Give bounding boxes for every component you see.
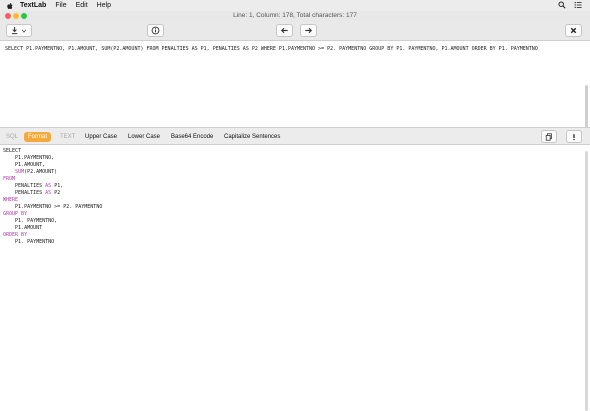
output-line: P1.AMOUNT [3, 225, 43, 231]
spotlight-search-icon[interactable] [558, 1, 566, 9]
input-text[interactable]: SELECT P1.PAYMENTNO, P1.AMOUNT, SUM(P2.A… [5, 46, 581, 52]
copy-button[interactable] [541, 130, 557, 143]
notification-center-icon[interactable] [574, 1, 582, 9]
apple-logo-icon[interactable] [6, 2, 14, 10]
mode-capitalize-sentences[interactable]: Capitalize Sentences [224, 132, 280, 142]
output-line: P1.PAYMENTNO >= P2. PAYMENTNO [3, 204, 103, 210]
mode-bar: SQL Format TEXT Upper Case Lower Case Ba… [0, 127, 590, 145]
menu-bar: TextLab File Edit Help [0, 0, 590, 11]
copy-icon [545, 132, 552, 141]
exclamation-icon [573, 133, 575, 140]
mode-base64-encode[interactable]: Base64 Encode [171, 132, 213, 142]
menu-edit[interactable]: Edit [76, 2, 88, 9]
mode-format[interactable]: Format [24, 132, 52, 142]
input-editor[interactable]: SELECT P1.PAYMENTNO, P1.AMOUNT, SUM(P2.A… [0, 41, 590, 135]
info-icon [151, 26, 160, 35]
output-editor[interactable]: SELECT P1.PAYMENTNO, P1.AMOUNT, SUM(P2.A… [0, 145, 590, 411]
mode-upper-case[interactable]: Upper Case [85, 132, 117, 142]
toolbar [0, 21, 590, 41]
output-scrollbar[interactable] [585, 151, 588, 411]
output-line: SUM(P2.AMOUNT) [15, 169, 58, 175]
mode-text[interactable]: TEXT [60, 132, 75, 142]
output-line: WHERE [3, 197, 19, 203]
mode-sql[interactable]: SQL [6, 132, 18, 142]
download-menu-button[interactable] [6, 24, 32, 37]
output-line: PENALTIES AS P1, [3, 183, 64, 189]
clear-x-icon [570, 27, 577, 34]
output-line: P1. PAYMENTNO [3, 239, 55, 245]
output-line: P1.PAYMENTNO, [3, 155, 55, 161]
menu-help[interactable]: Help [97, 2, 111, 9]
chevron-down-icon [21, 29, 27, 33]
download-icon [11, 26, 18, 35]
window-titlebar: Line: 1, Column: 178, Total characters: … [0, 11, 590, 21]
output-line: P1.AMOUNT, [3, 162, 46, 168]
undo-button[interactable] [276, 24, 293, 37]
menu-app-name[interactable]: TextLab [20, 2, 46, 9]
output-line: GROUP BY [3, 211, 28, 217]
info-button[interactable] [147, 24, 164, 37]
mode-lower-case[interactable]: Lower Case [128, 132, 160, 142]
output-line: ORDER BY [3, 232, 28, 238]
undo-arrow-icon [280, 27, 288, 34]
output-line: PENALTIES AS P2 [3, 190, 61, 196]
redo-arrow-icon [305, 27, 313, 34]
redo-button[interactable] [300, 24, 317, 37]
menu-file[interactable]: File [55, 2, 66, 9]
alert-button[interactable] [566, 130, 582, 143]
cursor-status: Line: 1, Column: 178, Total characters: … [233, 12, 357, 19]
clear-button[interactable] [565, 24, 582, 37]
output-line: P1. PAYMENTNO, [3, 218, 58, 224]
output-line: FROM [3, 176, 16, 182]
output-line: SELECT [3, 148, 22, 154]
